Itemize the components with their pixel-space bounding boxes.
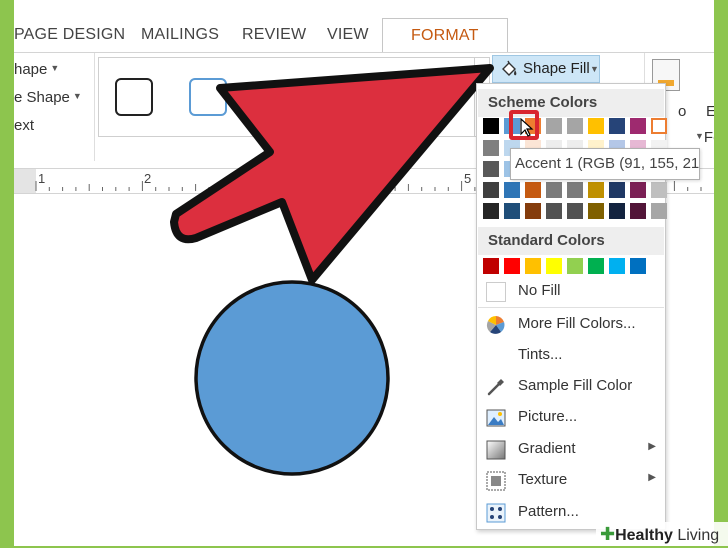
scheme-shade-swatch[interactable] xyxy=(609,182,625,198)
tab-review[interactable]: REVIEW xyxy=(242,18,306,52)
tab-mailings[interactable]: MAILINGS xyxy=(141,18,219,52)
scheme-shade-swatch[interactable] xyxy=(609,203,625,219)
scheme-color-swatch[interactable] xyxy=(651,118,667,134)
brand-bold: Healthy xyxy=(615,527,673,544)
caret-down-icon: ▼ xyxy=(695,131,704,141)
more-fill-colors-item[interactable]: More Fill Colors... xyxy=(478,309,664,339)
paint-bucket-icon xyxy=(502,60,517,76)
tints-label: Tints... xyxy=(518,346,563,363)
standard-color-swatch[interactable] xyxy=(504,258,520,274)
ruler-number: 1 xyxy=(38,171,46,186)
scheme-shade-swatch[interactable] xyxy=(483,161,499,177)
color-wheel-icon xyxy=(486,316,505,334)
gradient-item[interactable]: Gradient ▶ xyxy=(478,434,664,464)
brand-light: Living xyxy=(677,527,720,544)
tab-page-design[interactable]: PAGE DESIGN xyxy=(14,18,125,52)
change-shape-label: e Shape xyxy=(14,89,70,106)
picture-item[interactable]: Picture... xyxy=(478,402,664,432)
scheme-color-swatch[interactable] xyxy=(630,118,646,134)
scheme-shade-swatch[interactable] xyxy=(651,203,667,219)
scheme-color-swatch[interactable] xyxy=(546,118,562,134)
sample-fill-color-item[interactable]: Sample Fill Color xyxy=(478,371,664,401)
gradient-label: Gradient xyxy=(518,440,576,457)
scheme-shade-swatch[interactable] xyxy=(651,182,667,198)
texture-icon xyxy=(486,471,506,491)
selected-circle-shape[interactable] xyxy=(194,280,394,480)
scheme-colors-header: Scheme Colors xyxy=(478,89,664,117)
edit-shape-button[interactable]: hape ▼ xyxy=(14,61,59,78)
ruler-number: 5 xyxy=(464,171,472,186)
scheme-color-swatch[interactable] xyxy=(567,118,583,134)
tab-view[interactable]: VIEW xyxy=(327,18,369,52)
swatch-tooltip: Accent 1 (RGB (91, 155, 213)) xyxy=(510,148,700,180)
standard-color-swatch[interactable] xyxy=(630,258,646,274)
submenu-arrow-icon: ▶ xyxy=(648,441,656,452)
scheme-shade-swatch[interactable] xyxy=(483,140,499,156)
pattern-label: Pattern... xyxy=(518,503,579,520)
shape-style-blue[interactable] xyxy=(189,78,227,116)
standard-color-swatch[interactable] xyxy=(483,258,499,274)
scheme-shade-swatch[interactable] xyxy=(483,203,499,219)
scheme-color-swatch[interactable] xyxy=(609,118,625,134)
menu-separator xyxy=(478,307,664,308)
no-fill-label: No Fill xyxy=(518,282,561,299)
sample-fill-color-label: Sample Fill Color xyxy=(518,377,633,394)
ruler-number: 2 xyxy=(144,171,152,186)
standard-color-swatch[interactable] xyxy=(609,258,625,274)
caret-down-icon: ▼ xyxy=(50,63,60,73)
scheme-shade-swatch[interactable] xyxy=(630,203,646,219)
change-shape-button[interactable]: e Shape ▼ xyxy=(14,89,82,106)
scheme-shade-swatch[interactable] xyxy=(525,203,541,219)
shape-style-black[interactable] xyxy=(115,78,153,116)
group-separator xyxy=(94,53,95,161)
picture-label: Picture... xyxy=(518,408,578,425)
scheme-shade-swatch[interactable] xyxy=(504,203,520,219)
texture-item[interactable]: Texture ▶ xyxy=(478,465,664,495)
scheme-shade-swatch[interactable] xyxy=(588,182,604,198)
scheme-shade-swatch[interactable] xyxy=(483,182,499,198)
scheme-color-swatch[interactable] xyxy=(483,118,499,134)
scheme-shade-swatch[interactable] xyxy=(567,203,583,219)
standard-color-swatch[interactable] xyxy=(525,258,541,274)
scheme-shade-swatch[interactable] xyxy=(504,182,520,198)
tab-format[interactable]: FORMAT xyxy=(382,18,508,54)
caret-down-icon: ▼ xyxy=(590,64,599,74)
scheme-shade-swatch[interactable] xyxy=(588,203,604,219)
texture-label: Texture xyxy=(518,471,568,488)
shape-fill-button[interactable]: Shape Fill ▼ xyxy=(492,55,600,83)
scheme-shade-swatch[interactable] xyxy=(525,182,541,198)
standard-color-swatch[interactable] xyxy=(588,258,604,274)
tints-item[interactable]: Tints... xyxy=(478,340,664,370)
no-fill-icon xyxy=(486,282,506,302)
scheme-shade-swatch[interactable] xyxy=(567,182,583,198)
shape-fill-label: Shape Fill xyxy=(523,60,590,77)
scroll-up-icon[interactable]: ▲ xyxy=(478,64,486,73)
draw-text-box-button[interactable]: ext xyxy=(14,117,34,134)
partial-label-3: ▼Fo xyxy=(695,129,714,146)
standard-color-swatch[interactable] xyxy=(546,258,562,274)
gradient-icon xyxy=(486,440,506,460)
partial-label-1: o xyxy=(678,103,687,120)
watermark-logo: ✚Healthy Living xyxy=(596,522,728,546)
edit-shape-label: hape xyxy=(14,61,48,78)
submenu-arrow-icon: ▶ xyxy=(648,472,656,483)
more-fill-colors-label: More Fill Colors... xyxy=(518,315,636,332)
no-fill-item[interactable]: No Fill xyxy=(478,276,664,306)
mouse-cursor-icon xyxy=(520,118,534,137)
scheme-shade-swatch[interactable] xyxy=(546,203,562,219)
draw-text-box-label: ext xyxy=(14,117,35,134)
caret-down-icon: ▼ xyxy=(72,91,82,101)
partial-label-2: E xyxy=(706,103,714,120)
picture-icon xyxy=(486,409,506,427)
eyedropper-icon xyxy=(487,379,504,396)
scheme-shade-swatch[interactable] xyxy=(546,182,562,198)
standard-colors-header: Standard Colors xyxy=(478,227,664,255)
plus-icon: ✚ xyxy=(600,524,616,544)
scheme-shade-swatch[interactable] xyxy=(630,182,646,198)
shape-styles-gallery[interactable] xyxy=(98,57,486,137)
pattern-icon xyxy=(486,503,506,523)
scheme-color-swatch[interactable] xyxy=(588,118,604,134)
standard-color-swatch[interactable] xyxy=(567,258,583,274)
ribbon-tabs: PAGE DESIGN MAILINGS REVIEW VIEW FORMAT xyxy=(14,18,714,54)
